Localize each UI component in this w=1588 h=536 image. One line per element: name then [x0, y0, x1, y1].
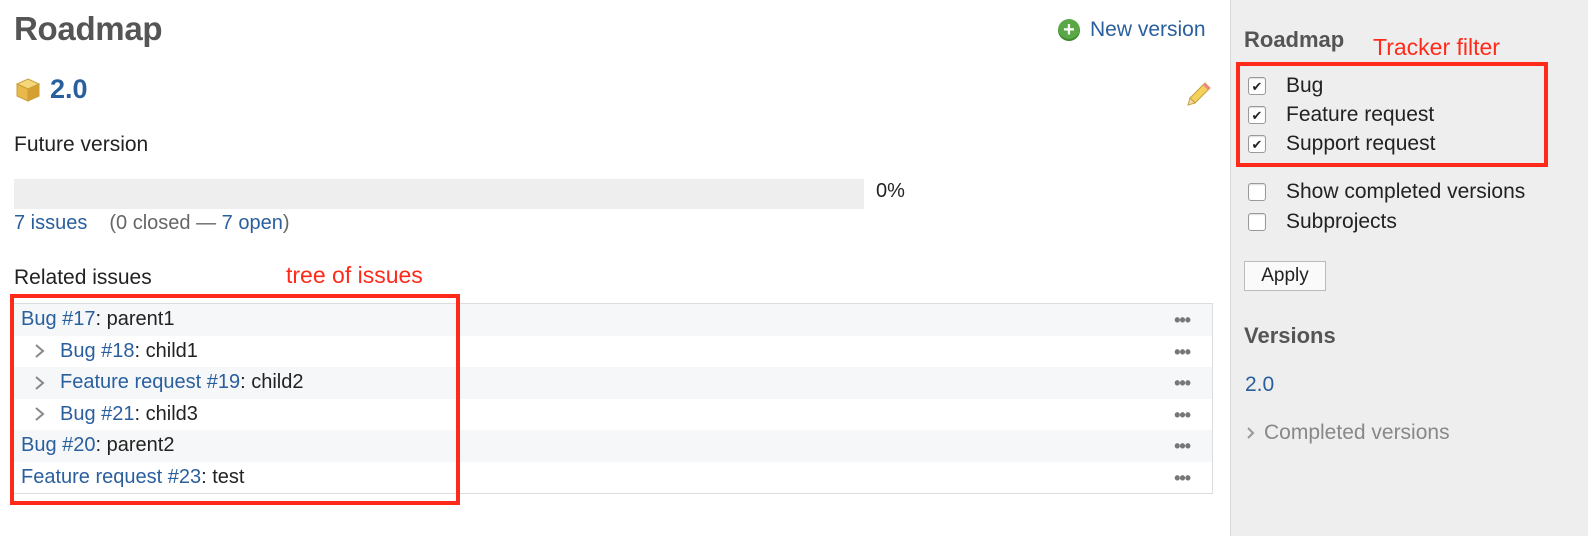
ellipsis-icon[interactable]: ••• — [1174, 342, 1191, 363]
apply-button[interactable]: Apply — [1244, 261, 1326, 291]
plus-circle-icon: + — [1058, 19, 1080, 41]
tracker-annotation-label: Tracker filter — [1373, 34, 1500, 60]
sidebar-version-link[interactable]: 2.0 — [1245, 373, 1274, 397]
completed-versions-label: Completed versions — [1264, 421, 1450, 444]
ellipsis-icon[interactable]: ••• — [1174, 468, 1191, 489]
package-icon — [15, 77, 41, 102]
chevron-right-icon — [1247, 427, 1255, 439]
related-issues-title: Related issues — [14, 266, 152, 289]
ellipsis-icon[interactable]: ••• — [1174, 436, 1191, 457]
new-version-link[interactable]: + New version — [1058, 18, 1206, 42]
issues-count-link[interactable]: 7 issues — [14, 212, 87, 234]
pencil-icon[interactable] — [1185, 80, 1213, 108]
progress-percent: 0% — [876, 180, 905, 202]
checkbox[interactable] — [1248, 183, 1266, 201]
tree-annotation-label: tree of issues — [286, 262, 423, 288]
page-title: Roadmap — [14, 10, 163, 47]
version-progress-bar — [14, 179, 864, 209]
checkbox-label: Show completed versions — [1286, 180, 1526, 203]
version-description: Future version — [14, 133, 149, 156]
tracker-annotation-box — [1236, 62, 1548, 167]
issue-counts: 7 issues (0 closed — 7 open) — [14, 212, 290, 235]
versions-title: Versions — [1244, 323, 1336, 348]
closed-count: (0 closed — — [109, 212, 217, 234]
checkbox-row[interactable]: Show completed versions — [1248, 180, 1525, 204]
checkbox[interactable] — [1248, 213, 1266, 231]
new-version-label: New version — [1090, 18, 1206, 41]
checkbox-label: Subprojects — [1286, 210, 1397, 233]
completed-versions-toggle[interactable]: Completed versions — [1245, 421, 1450, 445]
open-count-link[interactable]: 7 open — [222, 212, 283, 234]
counts-suffix: ) — [282, 212, 290, 234]
version-link[interactable]: 2.0 — [50, 74, 88, 105]
ellipsis-icon[interactable]: ••• — [1174, 373, 1191, 394]
tree-annotation-box — [10, 294, 460, 505]
ellipsis-icon[interactable]: ••• — [1174, 405, 1191, 426]
sidebar-roadmap-title: Roadmap — [1244, 27, 1345, 52]
ellipsis-icon[interactable]: ••• — [1174, 310, 1191, 331]
version-header: 2.0 — [14, 74, 88, 105]
checkbox-row[interactable]: Subprojects — [1248, 210, 1397, 234]
